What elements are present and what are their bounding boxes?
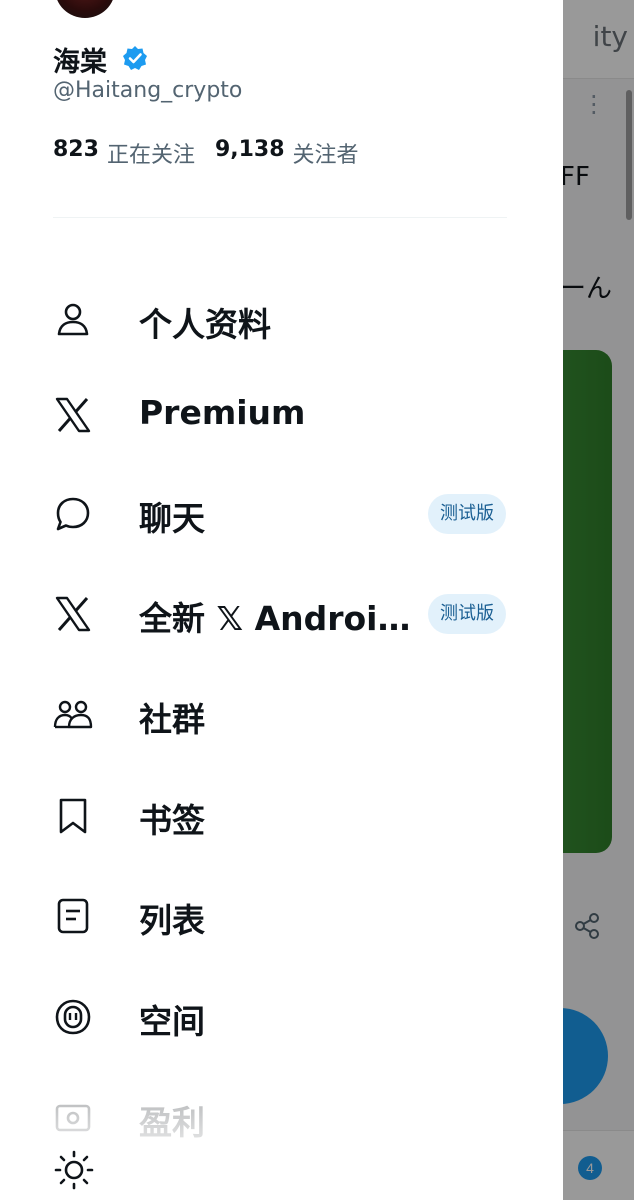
divider xyxy=(53,217,507,218)
beta-badge: 测试版 xyxy=(428,494,506,534)
display-name[interactable]: 海棠 xyxy=(53,40,107,79)
scroll-fade xyxy=(0,1080,563,1160)
list-icon xyxy=(57,898,89,934)
x-logo-icon xyxy=(55,397,91,433)
communities-icon xyxy=(53,700,93,729)
menu-item-label: 列表 xyxy=(139,901,205,940)
beta-badge: 测试版 xyxy=(428,594,506,634)
bookmark-icon xyxy=(59,798,87,834)
menu-item-label: 聊天 xyxy=(139,499,205,538)
menu-item-label: 书签 xyxy=(139,801,205,840)
menu-item-label: 个人资料 xyxy=(139,305,271,344)
x-logo-icon xyxy=(55,596,91,632)
scrollbar-thumb[interactable] xyxy=(626,90,632,220)
menu-item-label: 空间 xyxy=(139,1002,205,1041)
followers-label[interactable]: 关注者 xyxy=(293,137,359,169)
menu-item-new-x-android[interactable]: 全新 𝕏 Android... 测试版 xyxy=(0,574,563,654)
menu-item-lists[interactable]: 列表 xyxy=(0,876,563,956)
sun-icon[interactable] xyxy=(54,1150,94,1190)
menu-item-bookmarks[interactable]: 书签 xyxy=(0,776,563,856)
person-icon xyxy=(57,303,89,336)
user-handle: @Haitang_crypto xyxy=(53,78,243,103)
spaces-microphone-icon xyxy=(55,999,91,1035)
verified-badge-icon xyxy=(123,46,147,70)
menu-item-profile[interactable]: 个人资料 xyxy=(0,280,563,360)
following-label[interactable]: 正在关注 xyxy=(107,137,195,169)
following-count[interactable]: 823 xyxy=(53,137,99,169)
menu-item-label: 全新 𝕏 Android... xyxy=(139,599,414,638)
menu-item-label: 社群 xyxy=(139,700,205,739)
navigation-drawer: 海棠 @Haitang_crypto 823 正在关注 9,138 关注者 个人… xyxy=(0,0,563,1200)
avatar[interactable] xyxy=(55,0,115,18)
menu-item-label: Premium xyxy=(139,393,306,432)
chat-bubble-icon xyxy=(56,497,90,531)
follow-stats: 823 正在关注 9,138 关注者 xyxy=(53,137,371,169)
menu-item-communities[interactable]: 社群 xyxy=(0,675,563,755)
followers-count[interactable]: 9,138 xyxy=(215,137,285,169)
menu-item-chat[interactable]: 聊天 测试版 xyxy=(0,474,563,554)
menu-item-spaces[interactable]: 空间 xyxy=(0,977,563,1057)
menu-item-premium[interactable]: Premium xyxy=(0,375,563,455)
